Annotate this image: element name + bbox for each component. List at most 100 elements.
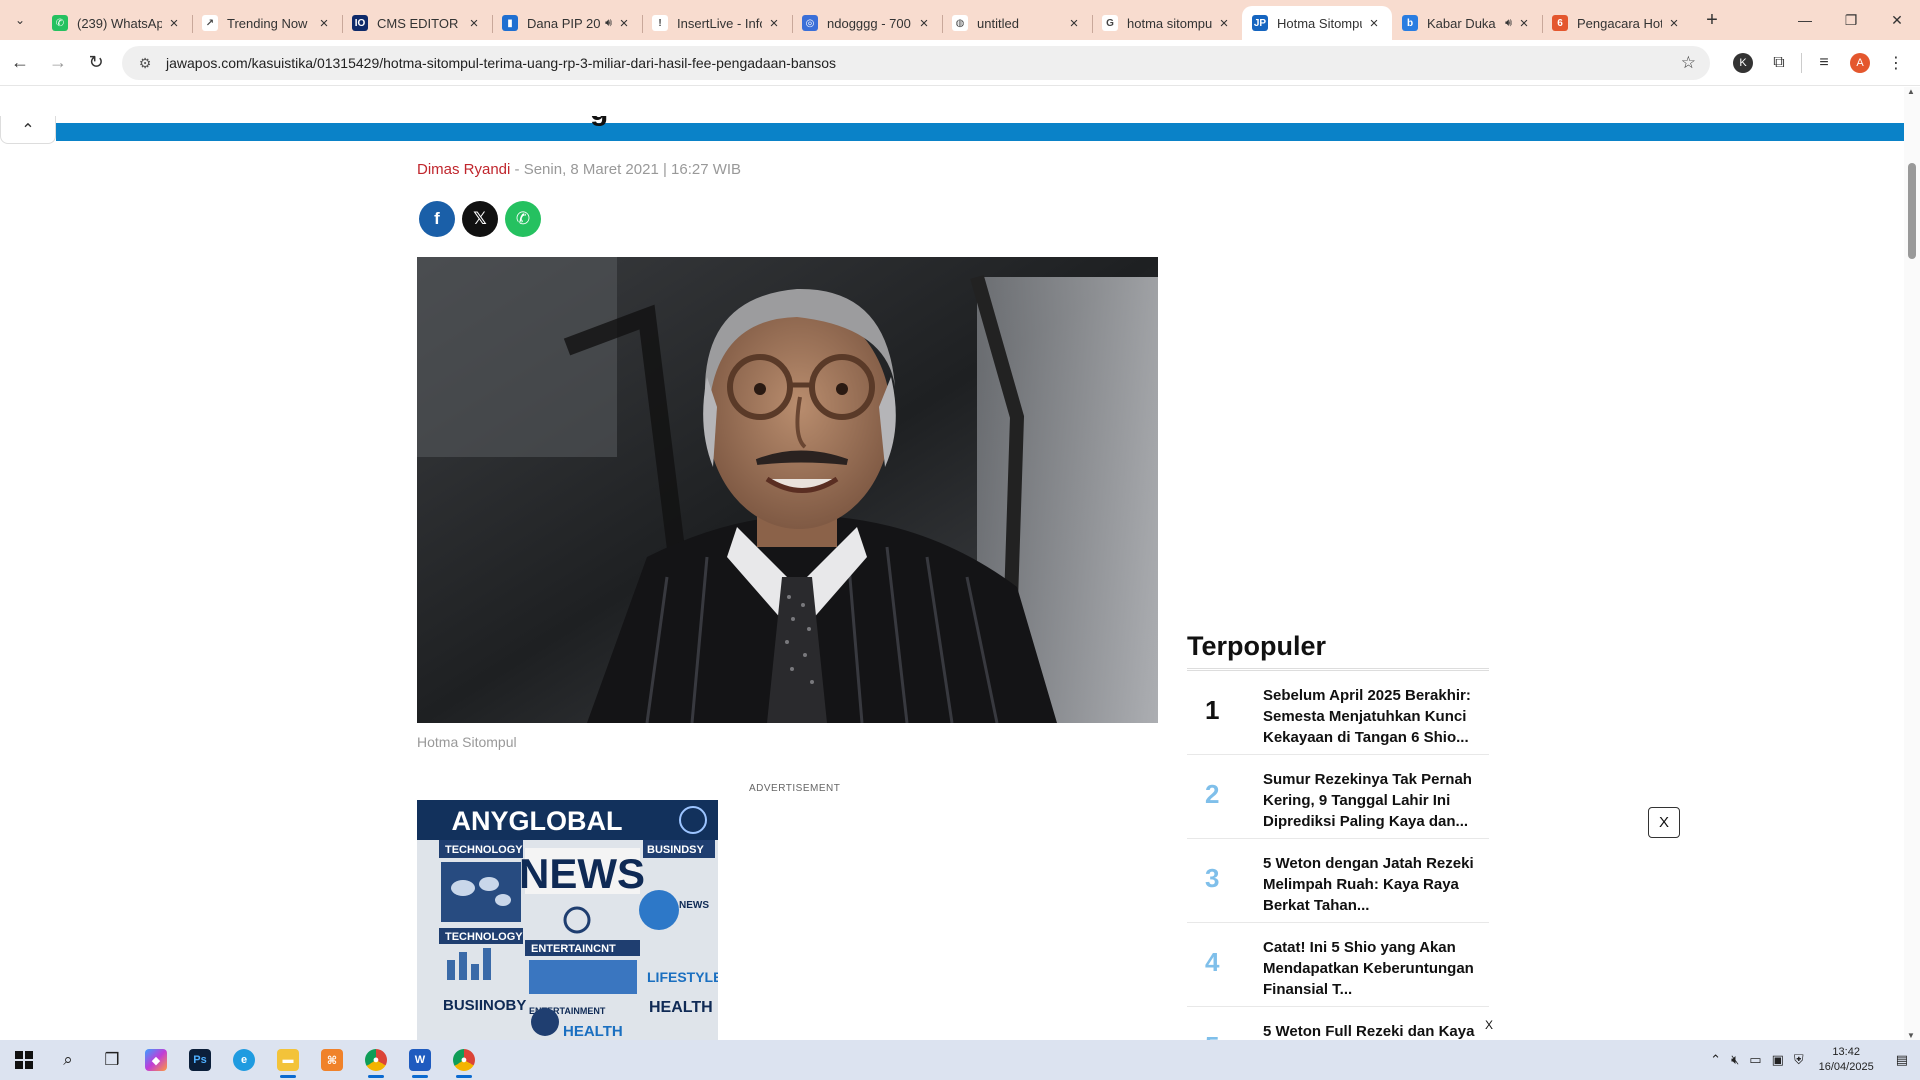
site-info-icon[interactable]: ⚙ bbox=[130, 55, 160, 72]
popular-item[interactable]: 55 Weton Full Rezeki dan Kaya bbox=[1187, 1007, 1489, 1040]
speaker-icon[interactable]: 🔊︎ bbox=[1505, 17, 1512, 30]
close-tab-icon[interactable]: × bbox=[1366, 15, 1382, 32]
ad-banner[interactable]: ANYGLOBAL NEWS TECHNOLOGY BUSINDSY TECHN… bbox=[417, 800, 718, 1040]
scroll-up-icon[interactable]: ▲ bbox=[1907, 87, 1915, 96]
collapse-header-button[interactable]: ⌃ bbox=[0, 116, 56, 144]
scroll-down-icon[interactable]: ▼ bbox=[1907, 1031, 1915, 1040]
author-link[interactable]: Dimas Ryandi bbox=[417, 161, 510, 178]
popular-rank: 3 bbox=[1205, 863, 1220, 893]
tab-search-button[interactable]: ⌄ bbox=[6, 6, 34, 34]
close-tab-icon[interactable]: × bbox=[616, 15, 632, 32]
clock-date: 16/04/2025 bbox=[1818, 1061, 1874, 1073]
task-view-icon[interactable]: ❒ bbox=[90, 1040, 134, 1080]
word-icon[interactable]: W bbox=[398, 1040, 442, 1080]
popular-list: 1 Sebelum April 2025 Berakhir: Semesta Me… bbox=[1187, 671, 1489, 1040]
chrome-profile-icon[interactable]: ● bbox=[442, 1040, 486, 1080]
browser-tab[interactable]: ! InsertLive - Info × bbox=[642, 6, 792, 40]
browser-tab[interactable]: IO CMS EDITOR × bbox=[342, 6, 492, 40]
page-scrollbar[interactable]: ▲ ▼ bbox=[1904, 87, 1920, 1040]
popular-title-link[interactable]: Catat! Ini 5 Shio yang Akan Mendapatkan … bbox=[1263, 937, 1489, 1000]
popular-title-link[interactable]: Sebelum April 2025 Berakhir: Semesta Men… bbox=[1263, 685, 1489, 748]
menu-kebab-icon[interactable]: ⋮ bbox=[1878, 46, 1914, 80]
restore-icon[interactable]: ❐ bbox=[1828, 0, 1874, 40]
file-explorer-icon[interactable]: ▬ bbox=[266, 1040, 310, 1080]
close-tab-icon[interactable]: × bbox=[1666, 15, 1682, 32]
security-icon[interactable]: ⛨ bbox=[1789, 1052, 1809, 1068]
globe-icon: ◍ bbox=[952, 15, 968, 31]
browser-tab[interactable]: JP Hotma Sitompul × bbox=[1242, 6, 1392, 40]
browser-tab[interactable]: Ghotma sitompul × bbox=[1092, 6, 1242, 40]
browser-tab[interactable]: ↗ Trending Now × bbox=[192, 6, 342, 40]
site-header-bar bbox=[56, 123, 1906, 141]
close-tab-icon[interactable]: × bbox=[766, 15, 782, 32]
copilot-icon[interactable]: ◆ bbox=[134, 1040, 178, 1080]
bookmark-star-icon[interactable]: ☆ bbox=[1681, 53, 1696, 73]
facebook-share-icon[interactable]: f bbox=[419, 201, 455, 237]
minimize-icon[interactable]: — bbox=[1782, 0, 1828, 40]
scrollbar-thumb[interactable] bbox=[1908, 163, 1916, 259]
extension-k-icon[interactable]: K bbox=[1733, 53, 1753, 73]
taskbar-clock[interactable]: 13:42 16/04/2025 bbox=[1809, 1045, 1884, 1075]
browser-tab[interactable]: b Kabar Duka 🔊︎ × bbox=[1392, 6, 1542, 40]
volume-muted-icon[interactable]: 🔇︎ bbox=[1726, 1052, 1744, 1068]
ad-label-3: ENTERTAINCNT bbox=[531, 943, 616, 955]
popular-title-link[interactable]: Sumur Rezekinya Tak Pernah Kering, 9 Tan… bbox=[1263, 769, 1489, 832]
close-tab-icon[interactable]: × bbox=[1516, 15, 1532, 32]
browser-tab[interactable]: ◎ ndogggg - 700 × bbox=[792, 6, 942, 40]
close-tab-icon[interactable]: × bbox=[916, 15, 932, 32]
chrome-icon[interactable]: ● bbox=[354, 1040, 398, 1080]
forward-button[interactable]: → bbox=[40, 45, 76, 81]
google-icon: G bbox=[1102, 15, 1118, 31]
close-sticky-ad-button[interactable]: X bbox=[1478, 1018, 1500, 1036]
pinned-app-icon[interactable]: ⌘ bbox=[310, 1040, 354, 1080]
ad-label-7: HEALTH bbox=[649, 999, 713, 1016]
popular-item[interactable]: 4 Catat! Ini 5 Shio yang Akan Mendapatkan… bbox=[1187, 923, 1489, 1007]
close-tab-icon[interactable]: × bbox=[316, 15, 332, 32]
close-window-icon[interactable]: ✕ bbox=[1874, 0, 1920, 40]
popular-sidebar: Terpopuler 1 Sebelum April 2025 Berakhir:… bbox=[1187, 631, 1489, 1040]
popular-item[interactable]: 1 Sebelum April 2025 Berakhir: Semesta Me… bbox=[1187, 671, 1489, 755]
article-title-fragment: g bbox=[590, 116, 680, 126]
close-tab-icon[interactable]: × bbox=[466, 15, 482, 32]
photo-caption: Hotma Sitompul bbox=[417, 734, 517, 750]
popular-title-link[interactable]: 5 Weton dengan Jatah Rezeki Melimpah Rua… bbox=[1263, 853, 1489, 916]
browser-tab[interactable]: 6 Pengacara Hotma× bbox=[1542, 6, 1692, 40]
network-icon[interactable]: ▭ bbox=[1744, 1052, 1766, 1068]
extensions-puzzle-icon[interactable]: ⧉ bbox=[1761, 46, 1797, 80]
close-tab-icon[interactable]: × bbox=[1066, 15, 1082, 32]
close-tab-icon[interactable]: × bbox=[1216, 15, 1232, 32]
close-tab-icon[interactable]: × bbox=[166, 15, 182, 32]
edge-icon[interactable]: e bbox=[222, 1040, 266, 1080]
media-control-icon[interactable]: ≡ bbox=[1806, 46, 1842, 80]
bookmark-icon: ▮ bbox=[502, 15, 518, 31]
jawapos-icon: JP bbox=[1252, 15, 1268, 31]
browser-tab[interactable]: ◍ untitled × bbox=[942, 6, 1092, 40]
chevron-up-tray-icon[interactable]: ⌃ bbox=[1705, 1052, 1726, 1068]
popular-item[interactable]: 2 Sumur Rezekinya Tak Pernah Kering, 9 Ta… bbox=[1187, 755, 1489, 839]
tab-title: (239) WhatsApp bbox=[77, 15, 162, 31]
speaker-icon[interactable]: 🔊︎ bbox=[605, 17, 612, 30]
article-byline: Dimas Ryandi - Senin, 8 Maret 2021 | 16:… bbox=[417, 161, 741, 178]
start-button[interactable] bbox=[2, 1040, 46, 1080]
profile-avatar[interactable]: A bbox=[1850, 53, 1870, 73]
address-bar[interactable]: ⚙ jawapos.com/kasuistika/01315429/hotma-… bbox=[122, 46, 1710, 80]
url-text[interactable]: jawapos.com/kasuistika/01315429/hotma-si… bbox=[166, 55, 836, 71]
search-icon[interactable]: ⌕ bbox=[46, 1040, 90, 1080]
reload-button[interactable]: ↻ bbox=[78, 45, 114, 81]
tab-title: CMS EDITOR bbox=[377, 15, 459, 31]
ad-label-9: NEWS bbox=[679, 900, 709, 911]
browser-tab[interactable]: ✆ (239) WhatsApp × bbox=[42, 6, 192, 40]
close-ad-button[interactable]: X bbox=[1648, 807, 1680, 838]
popular-item[interactable]: 3 5 Weton dengan Jatah Rezeki Melimpah Ru… bbox=[1187, 839, 1489, 923]
notifications-icon[interactable]: ▤ bbox=[1884, 1052, 1920, 1068]
popular-title-link[interactable]: 5 Weton Full Rezeki dan Kaya bbox=[1263, 1021, 1489, 1040]
x-share-icon[interactable]: 𝕏 bbox=[462, 201, 498, 237]
photoshop-icon[interactable]: Ps bbox=[178, 1040, 222, 1080]
browser-tab[interactable]: ▮ Dana PIP 2025 🔊︎ × bbox=[492, 6, 642, 40]
battery-icon[interactable]: ▣ bbox=[1767, 1052, 1789, 1068]
back-button[interactable]: ← bbox=[2, 45, 38, 81]
ad-label-6: HEALTH bbox=[563, 1023, 623, 1040]
toolbar-actions: K ⧉ ≡ A ⋮ bbox=[1725, 46, 1914, 80]
whatsapp-share-icon[interactable]: ✆ bbox=[505, 201, 541, 237]
new-tab-button[interactable]: + bbox=[1698, 6, 1726, 34]
